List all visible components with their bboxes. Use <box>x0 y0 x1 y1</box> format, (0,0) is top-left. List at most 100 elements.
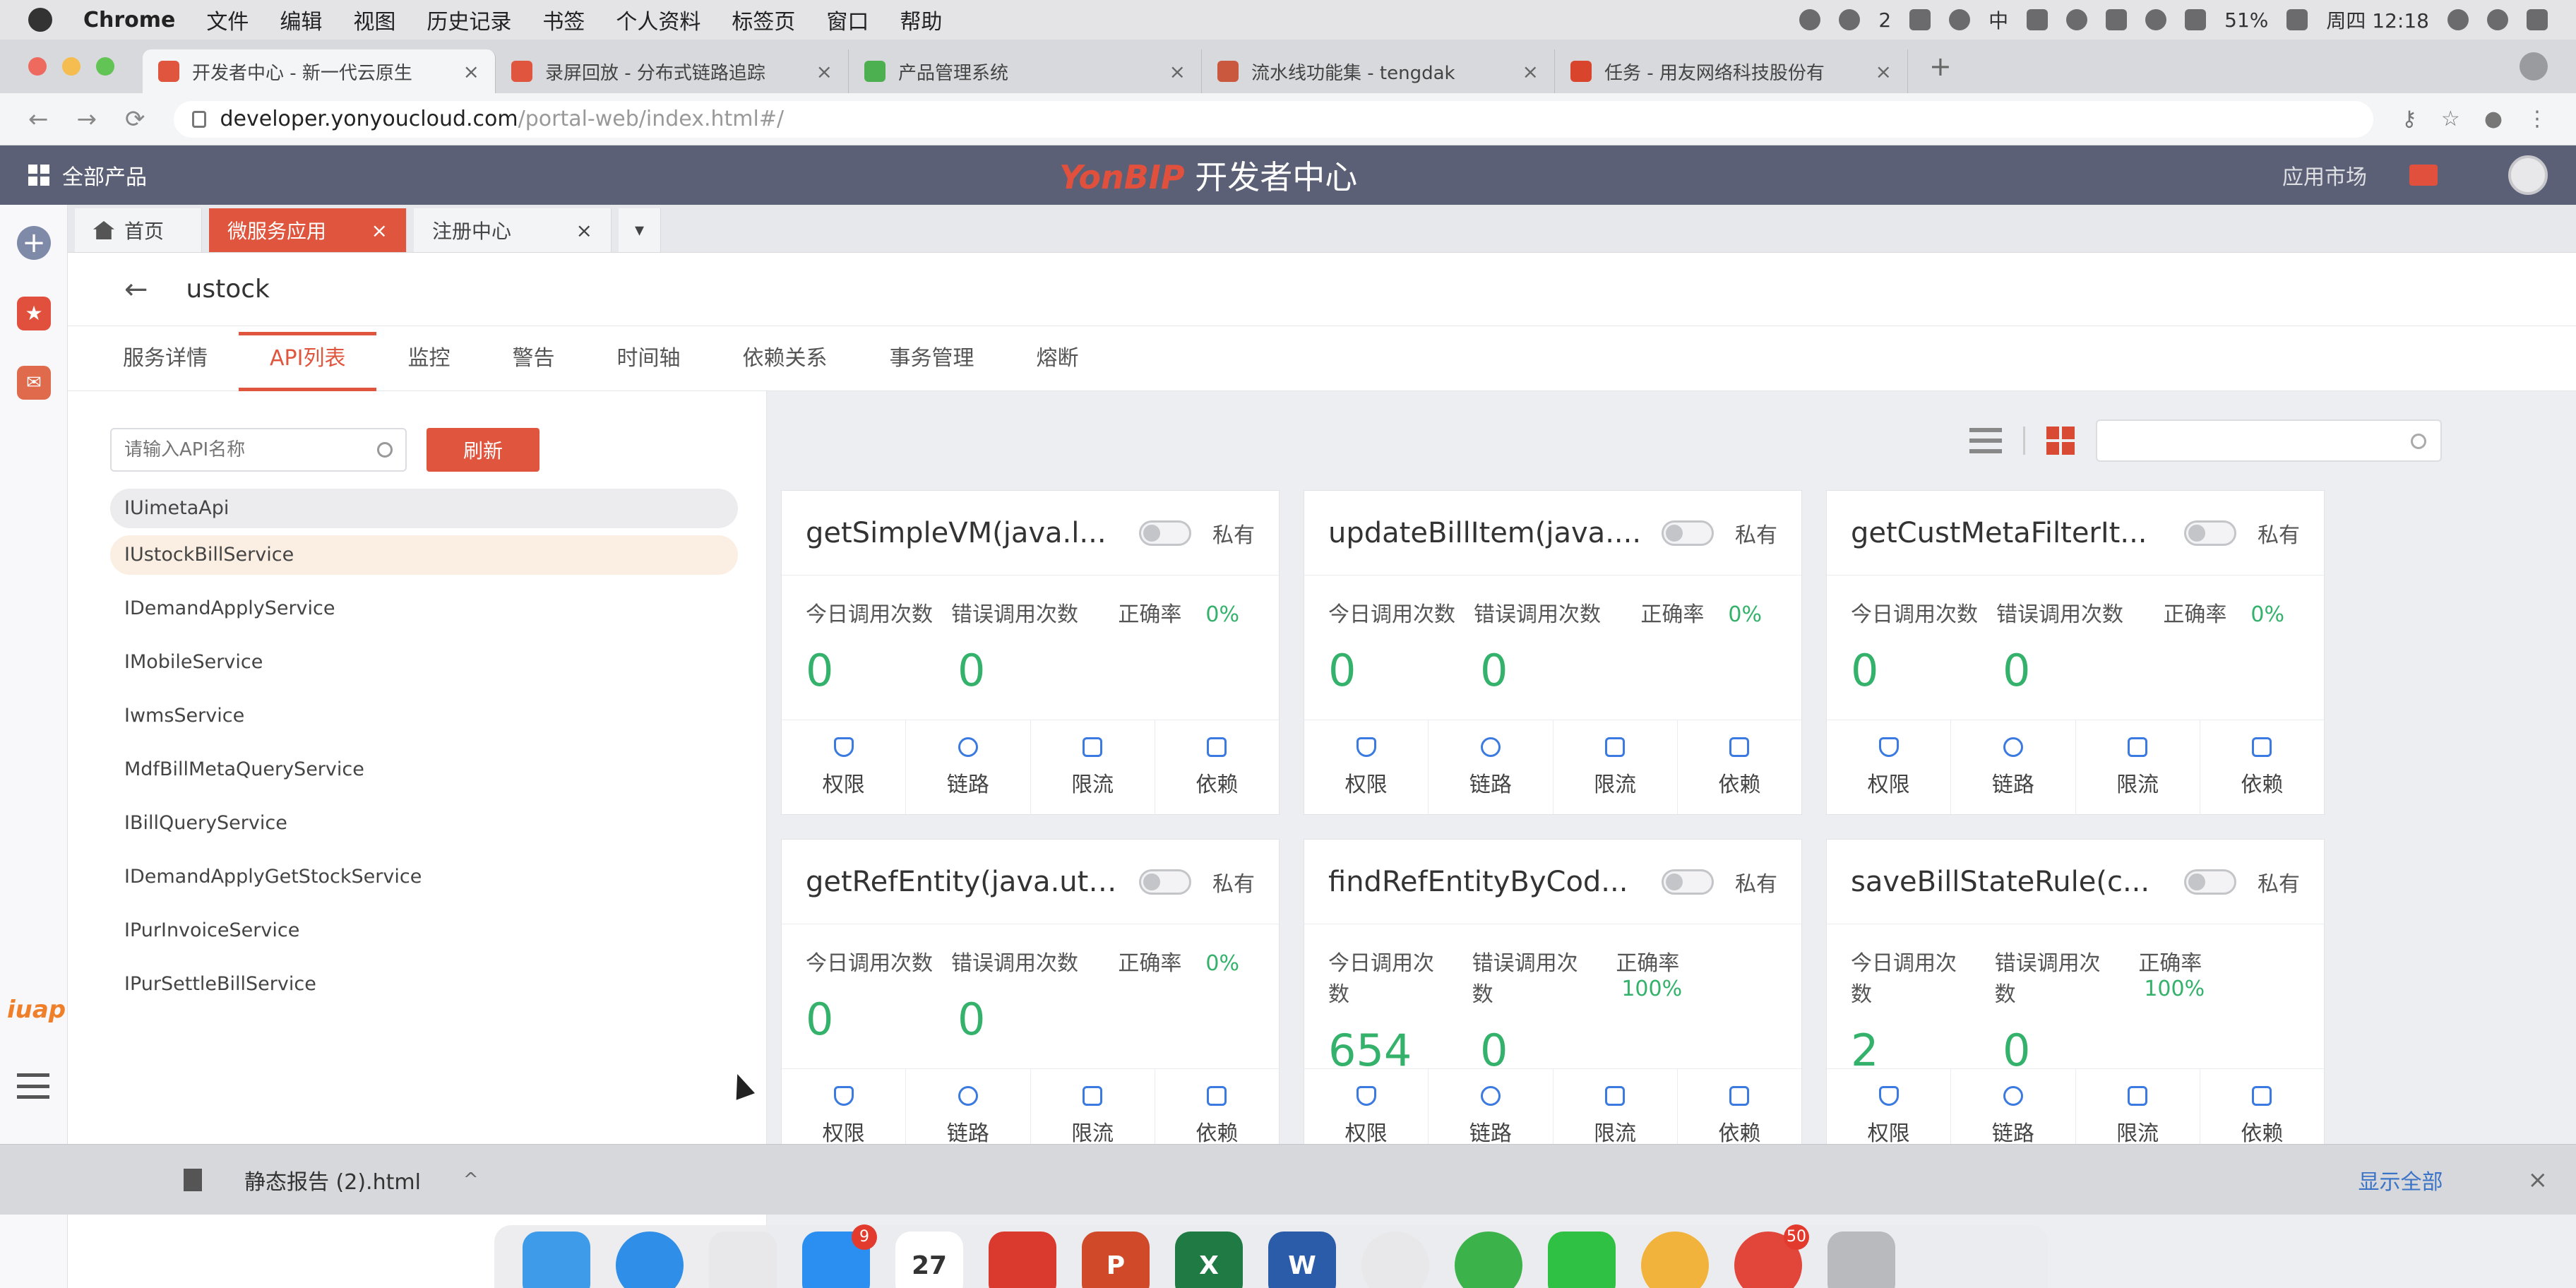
trace-button[interactable]: 链路 <box>906 720 1031 814</box>
control-center-icon[interactable] <box>2527 9 2548 30</box>
grid-view-icon[interactable] <box>2046 427 2075 455</box>
notification-icon[interactable] <box>2409 165 2438 186</box>
search-icon[interactable] <box>377 442 393 458</box>
private-toggle[interactable] <box>1139 869 1191 895</box>
card-filter-input[interactable] <box>2096 419 2442 462</box>
wechat-icon[interactable] <box>1548 1231 1616 1288</box>
tab-dependencies[interactable]: 依赖关系 <box>711 326 858 391</box>
browser-tab[interactable]: 开发者中心 - 新一代云原生 × <box>143 49 496 93</box>
menubar-clock[interactable]: 周四 12:18 <box>2326 6 2429 34</box>
tab-transactions[interactable]: 事务管理 <box>858 326 1005 391</box>
trash-icon[interactable] <box>1827 1231 1895 1288</box>
dependency-button[interactable]: 依赖 <box>1678 720 1801 814</box>
calendar-icon[interactable]: 27 <box>895 1231 963 1288</box>
extensions-icon[interactable]: ⋮ <box>2527 107 2548 131</box>
permission-button[interactable]: 权限 <box>1304 720 1429 814</box>
bookmark-star-icon[interactable]: ☆ <box>2441 107 2460 131</box>
menu-bookmarks[interactable]: 书签 <box>542 4 585 35</box>
volume-icon[interactable] <box>2185 9 2207 30</box>
app-market-link[interactable]: 应用市场 <box>2282 160 2367 191</box>
mic-icon[interactable] <box>1949 9 1971 30</box>
safari-icon[interactable] <box>616 1231 684 1288</box>
menu-view[interactable]: 视图 <box>353 4 395 35</box>
wifi-icon[interactable] <box>2145 9 2167 30</box>
gift-icon[interactable]: ✉ <box>17 366 51 400</box>
tab-timeline[interactable]: 时间轴 <box>585 326 711 391</box>
excel-icon[interactable]: X <box>1175 1231 1243 1288</box>
close-window-button[interactable] <box>28 57 47 76</box>
add-icon[interactable]: + <box>17 226 51 260</box>
tab-registry-center[interactable]: 注册中心 × <box>414 208 612 252</box>
dingtalk-icon[interactable] <box>989 1231 1056 1288</box>
new-tab-button[interactable]: + <box>1929 51 1952 82</box>
api-method-name[interactable]: getRefEntity(java.uti... <box>806 866 1122 898</box>
api-method-name[interactable]: findRefEntityByCod... <box>1328 866 1645 898</box>
notes-icon[interactable] <box>709 1231 777 1288</box>
rate-limit-button[interactable]: 限流 <box>2076 720 2200 814</box>
browser-tab[interactable]: 录屏回放 - 分布式链路追踪 × <box>496 49 849 93</box>
api-list-item[interactable]: IPurSettleBillService <box>110 958 738 1011</box>
refresh-button[interactable]: 刷新 <box>427 428 539 472</box>
bell-icon[interactable] <box>1799 9 1821 30</box>
api-method-name[interactable]: updateBillItem(java.... <box>1328 517 1645 549</box>
api-list-item[interactable]: IDemandApplyService <box>110 582 738 636</box>
menu-profile[interactable]: 个人资料 <box>616 4 700 35</box>
rate-limit-button[interactable]: 限流 <box>1031 720 1155 814</box>
clock-icon[interactable] <box>2066 9 2088 30</box>
private-toggle[interactable] <box>2184 869 2236 895</box>
user-avatar[interactable] <box>2508 155 2548 195</box>
tab-alerts[interactable]: 警告 <box>481 326 585 391</box>
api-list-item[interactable]: IUstockBillService <box>110 535 738 575</box>
list-view-icon[interactable] <box>1969 428 2002 453</box>
maximize-window-button[interactable] <box>96 57 114 76</box>
rate-limit-button[interactable]: 限流 <box>1554 720 1678 814</box>
screen-icon[interactable] <box>2027 9 2049 30</box>
private-toggle[interactable] <box>1139 520 1191 546</box>
wechat-work-icon[interactable] <box>1455 1231 1522 1288</box>
api-method-name[interactable]: getCustMetaFilterIt... <box>1851 517 2167 549</box>
battery-icon[interactable] <box>2286 9 2308 30</box>
menu-edit[interactable]: 编辑 <box>280 4 322 35</box>
app-store-icon[interactable]: 9 <box>802 1224 877 1288</box>
spotlight-icon[interactable] <box>2447 9 2469 30</box>
tab-circuit-breaker[interactable]: 熔断 <box>1005 326 1109 391</box>
tab-api-list[interactable]: API列表 <box>239 326 377 391</box>
search-icon[interactable] <box>2411 434 2426 449</box>
api-list-item[interactable]: IMobileService <box>110 636 738 689</box>
minimize-window-button[interactable] <box>62 57 80 76</box>
forward-nav-icon[interactable]: → <box>77 105 97 133</box>
reload-icon[interactable]: ⟳ <box>125 105 145 133</box>
api-list-item[interactable]: IBillQueryService <box>110 797 738 850</box>
siri-icon[interactable] <box>2487 9 2508 30</box>
private-toggle[interactable] <box>2184 520 2236 546</box>
download-file-name[interactable]: 静态报告 (2).html <box>244 1164 421 1195</box>
close-download-bar-icon[interactable]: × <box>2528 1166 2548 1194</box>
tencent-app-icon[interactable]: 50 <box>1734 1224 1809 1288</box>
permission-button[interactable]: 权限 <box>1827 720 1952 814</box>
api-list-item[interactable]: MdfBillMetaQueryService <box>110 743 738 797</box>
tab-service-details[interactable]: 服务详情 <box>92 326 239 391</box>
menu-tab[interactable]: 标签页 <box>732 4 795 35</box>
menu-history[interactable]: 历史记录 <box>427 4 511 35</box>
menu-chrome[interactable]: Chrome <box>83 8 175 32</box>
tab-microservice-app[interactable]: 微服务应用 × <box>209 208 407 252</box>
tab-close-icon[interactable]: × <box>576 219 592 242</box>
api-list-item[interactable]: IwmsService <box>110 689 738 743</box>
browser-tab[interactable]: 流水线功能集 - tengdak × <box>1202 49 1555 93</box>
tab-home[interactable]: 首页 <box>75 208 202 252</box>
ime-indicator[interactable]: 中 <box>1988 6 2008 34</box>
api-method-name[interactable]: saveBillStateRule(c... <box>1851 866 2167 898</box>
brand-logo[interactable]: YonBIP 开发者中心 <box>1059 152 1357 198</box>
trace-button[interactable]: 链路 <box>1951 720 2076 814</box>
word-icon[interactable]: W <box>1268 1231 1336 1288</box>
api-list-item[interactable]: IPurInvoiceService <box>110 904 738 958</box>
browser-tab[interactable]: 产品管理系统 × <box>849 49 1202 93</box>
api-list-item[interactable]: IUimetaApi <box>110 489 738 528</box>
menu-file[interactable]: 文件 <box>206 4 249 35</box>
back-nav-icon[interactable]: ← <box>28 105 49 133</box>
apple-icon[interactable] <box>28 8 52 32</box>
api-list-item[interactable]: IDemandApplyGetStockService <box>110 850 738 904</box>
chrome-icon[interactable] <box>1361 1231 1429 1288</box>
tab-monitoring[interactable]: 监控 <box>376 326 481 391</box>
qq-icon[interactable] <box>1641 1231 1709 1288</box>
